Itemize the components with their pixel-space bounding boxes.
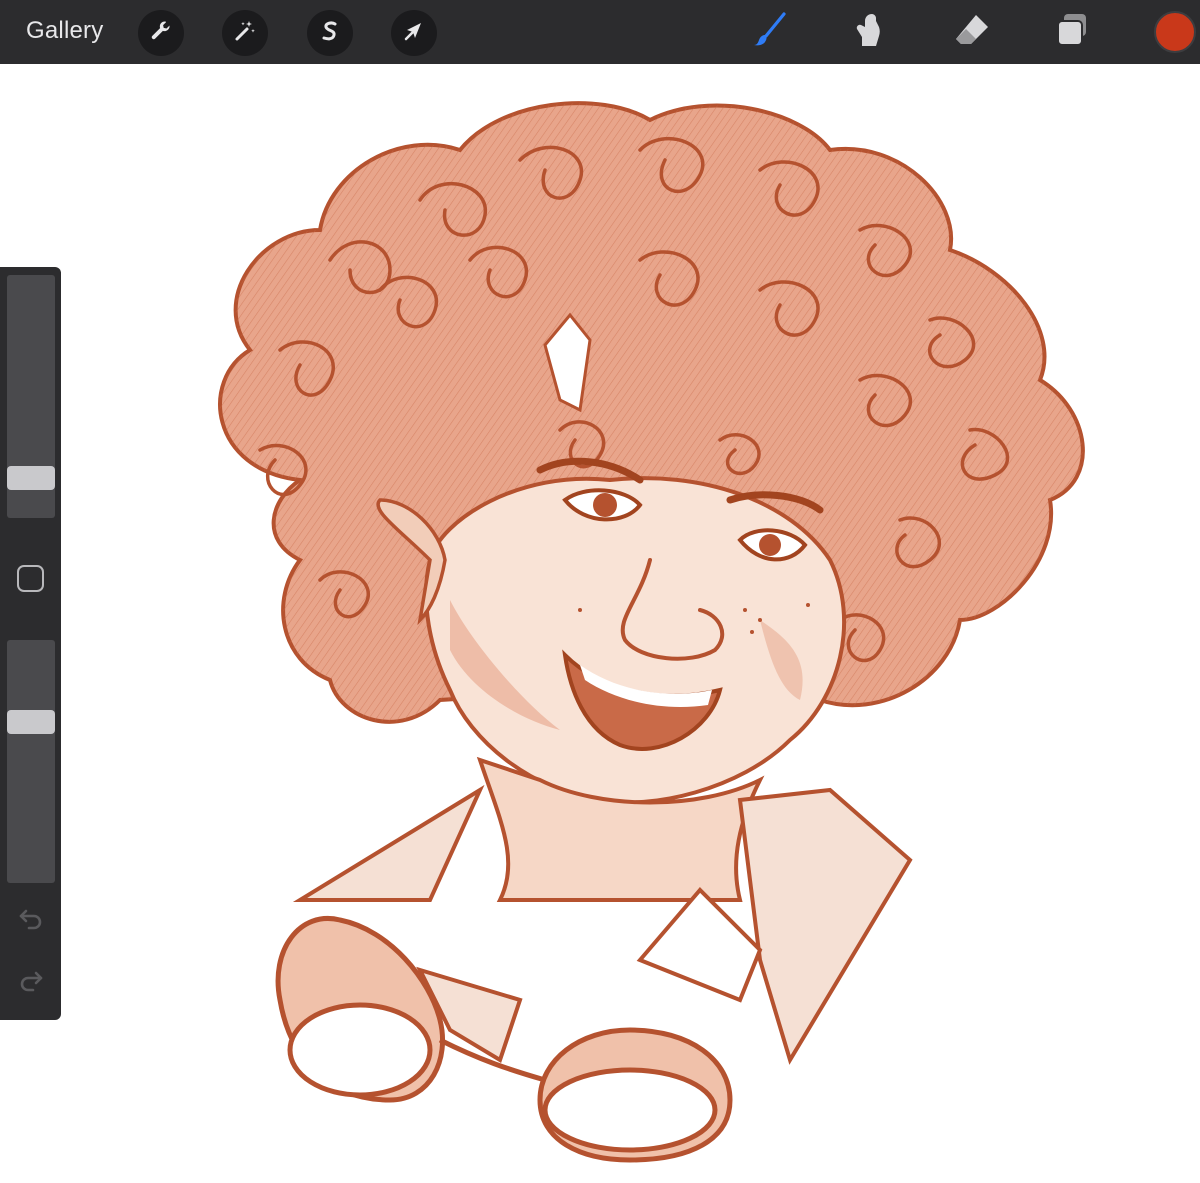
- smudge-finger-icon: [850, 10, 890, 55]
- transform-button[interactable]: [391, 10, 437, 56]
- brush-icon: [750, 10, 790, 55]
- redo-button[interactable]: [16, 967, 46, 997]
- layers-icon: [1052, 10, 1092, 55]
- selection-s-icon: [317, 18, 343, 49]
- brush-size-slider-handle[interactable]: [7, 466, 55, 490]
- wrench-icon: [148, 18, 174, 49]
- gallery-button[interactable]: Gallery: [26, 17, 103, 45]
- opacity-slider-handle[interactable]: [7, 710, 55, 734]
- redo-arrow-icon: [17, 966, 45, 999]
- undo-arrow-icon: [17, 904, 45, 937]
- color-picker-button[interactable]: [1154, 11, 1196, 53]
- actions-button[interactable]: [138, 10, 184, 56]
- selection-button[interactable]: [307, 10, 353, 56]
- magic-wand-icon: [232, 18, 258, 49]
- drawing-canvas[interactable]: [0, 64, 1200, 1183]
- opacity-slider[interactable]: [7, 640, 55, 883]
- smudge-tool-button[interactable]: [848, 12, 892, 52]
- sketch-artwork: [218, 101, 1085, 1163]
- top-toolbar: Gallery: [0, 0, 1200, 64]
- eraser-icon: [952, 10, 992, 55]
- eraser-tool-button[interactable]: [950, 12, 994, 52]
- undo-button[interactable]: [16, 905, 46, 935]
- layers-button[interactable]: [1050, 12, 1094, 52]
- arrow-cursor-icon: [401, 18, 427, 49]
- adjustments-button[interactable]: [222, 10, 268, 56]
- left-sidebar: [0, 267, 61, 1020]
- brush-tool-button[interactable]: [748, 10, 792, 55]
- square-modify-icon[interactable]: [17, 565, 44, 592]
- brush-size-slider[interactable]: [7, 275, 55, 518]
